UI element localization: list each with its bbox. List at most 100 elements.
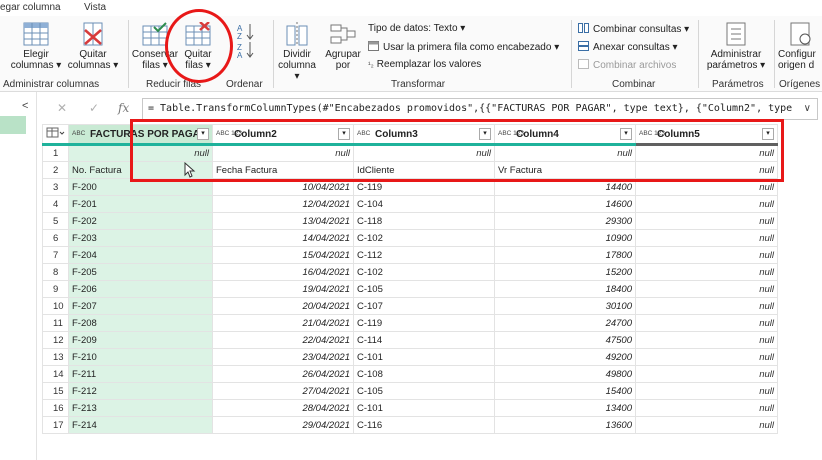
merge-queries-button[interactable]: Combinar consultas ▾ — [578, 23, 689, 35]
table-cell[interactable]: C-101 — [353, 348, 495, 366]
table-cell[interactable]: F-203 — [68, 229, 213, 247]
table-menu-icon[interactable] — [42, 124, 69, 146]
table-cell[interactable]: 29/04/2021 — [212, 416, 354, 434]
table-cell[interactable]: C-105 — [353, 280, 495, 298]
tab-agregar-columna[interactable]: egar columna — [0, 2, 61, 13]
table-cell[interactable]: 13400 — [494, 399, 636, 417]
table-cell[interactable]: 20/04/2021 — [212, 297, 354, 315]
table-cell[interactable]: 15/04/2021 — [212, 246, 354, 264]
row-number[interactable]: 3 — [42, 178, 69, 196]
row-number[interactable]: 12 — [42, 331, 69, 349]
commit-icon[interactable]: ✓ — [89, 101, 99, 115]
table-cell[interactable]: F-201 — [68, 195, 213, 213]
table-cell[interactable]: 15400 — [494, 382, 636, 400]
table-cell[interactable]: 13/04/2021 — [212, 212, 354, 230]
table-cell[interactable]: null — [635, 263, 778, 281]
table-cell[interactable]: 15200 — [494, 263, 636, 281]
table-cell[interactable]: F-214 — [68, 416, 213, 434]
row-number[interactable]: 1 — [42, 144, 69, 162]
row-number[interactable]: 11 — [42, 314, 69, 332]
table-cell[interactable]: null — [635, 331, 778, 349]
table-cell[interactable]: null — [635, 348, 778, 366]
table-cell[interactable]: C-114 — [353, 331, 495, 349]
table-cell[interactable]: F-209 — [68, 331, 213, 349]
table-cell[interactable]: 26/04/2021 — [212, 365, 354, 383]
table-cell[interactable]: null — [635, 212, 778, 230]
table-cell[interactable]: null — [635, 229, 778, 247]
choose-columns-button[interactable]: Elegir columnas ▾ — [8, 22, 64, 71]
row-number[interactable]: 2 — [42, 161, 69, 179]
table-cell[interactable]: null — [635, 365, 778, 383]
table-cell[interactable]: 30100 — [494, 297, 636, 315]
table-cell[interactable]: F-202 — [68, 212, 213, 230]
table-cell[interactable]: C-102 — [353, 263, 495, 281]
table-cell[interactable]: null — [635, 280, 778, 298]
table-cell[interactable]: 49800 — [494, 365, 636, 383]
table-cell[interactable]: 10900 — [494, 229, 636, 247]
table-cell[interactable]: F-205 — [68, 263, 213, 281]
table-cell[interactable]: null — [635, 416, 778, 434]
cancel-icon[interactable]: ✕ — [57, 101, 67, 115]
table-cell[interactable]: C-112 — [353, 246, 495, 264]
table-cell[interactable]: F-208 — [68, 314, 213, 332]
sort-ascending-icon[interactable]: A Z Z A — [237, 22, 255, 58]
data-source-settings-button[interactable]: Configur origen d — [778, 22, 822, 71]
split-column-button[interactable]: Dividir columna ▾ — [275, 22, 319, 82]
table-cell[interactable]: 22/04/2021 — [212, 331, 354, 349]
data-type-dropdown[interactable]: Tipo de datos: Texto ▾ — [368, 23, 465, 34]
table-cell[interactable]: 23/04/2021 — [212, 348, 354, 366]
table-cell[interactable]: F-204 — [68, 246, 213, 264]
table-cell[interactable]: 12/04/2021 — [212, 195, 354, 213]
row-number[interactable]: 14 — [42, 365, 69, 383]
table-cell[interactable]: 18400 — [494, 280, 636, 298]
table-cell[interactable]: null — [635, 382, 778, 400]
table-cell[interactable]: 49200 — [494, 348, 636, 366]
table-cell[interactable]: null — [635, 195, 778, 213]
row-number[interactable]: 7 — [42, 246, 69, 264]
table-cell[interactable]: C-107 — [353, 297, 495, 315]
table-cell[interactable]: F-206 — [68, 280, 213, 298]
table-cell[interactable]: C-102 — [353, 229, 495, 247]
expand-formula-icon[interactable]: ∨ — [804, 99, 811, 119]
table-cell[interactable]: 16/04/2021 — [212, 263, 354, 281]
table-cell[interactable]: 13600 — [494, 416, 636, 434]
formula-input[interactable]: = Table.TransformColumnTypes(#"Encabezad… — [142, 98, 818, 120]
table-cell[interactable]: 21/04/2021 — [212, 314, 354, 332]
table-cell[interactable]: null — [635, 297, 778, 315]
row-number[interactable]: 16 — [42, 399, 69, 417]
column-type-icon[interactable]: ABC — [72, 130, 90, 137]
table-cell[interactable]: 14600 — [494, 195, 636, 213]
table-cell[interactable]: C-101 — [353, 399, 495, 417]
append-queries-button[interactable]: Anexar consultas ▾ — [578, 41, 678, 53]
function-icon[interactable]: fx — [118, 101, 129, 115]
manage-parameters-button[interactable]: Administrar parámetros ▾ — [704, 22, 768, 71]
row-number[interactable]: 5 — [42, 212, 69, 230]
table-cell[interactable]: C-104 — [353, 195, 495, 213]
use-first-row-as-headers-button[interactable]: Usar la primera fila como encabezado ▾ — [368, 41, 559, 53]
table-cell[interactable]: F-212 — [68, 382, 213, 400]
replace-values-button[interactable]: ¹₂ Reemplazar los valores — [368, 59, 481, 70]
remove-columns-button[interactable]: Quitar columnas ▾ — [64, 22, 122, 71]
table-cell[interactable]: C-105 — [353, 382, 495, 400]
table-cell[interactable]: F-213 — [68, 399, 213, 417]
table-cell[interactable]: C-116 — [353, 416, 495, 434]
row-number[interactable]: 6 — [42, 229, 69, 247]
table-cell[interactable]: F-207 — [68, 297, 213, 315]
table-cell[interactable]: C-108 — [353, 365, 495, 383]
row-number[interactable]: 9 — [42, 280, 69, 298]
combine-files-button[interactable]: Combinar archivos — [578, 59, 676, 71]
row-number[interactable]: 10 — [42, 297, 69, 315]
table-cell[interactable]: 27/04/2021 — [212, 382, 354, 400]
table-cell[interactable]: 47500 — [494, 331, 636, 349]
table-cell[interactable]: 29300 — [494, 212, 636, 230]
table-cell[interactable]: F-211 — [68, 365, 213, 383]
table-cell[interactable]: null — [635, 399, 778, 417]
table-cell[interactable]: F-210 — [68, 348, 213, 366]
row-number[interactable]: 8 — [42, 263, 69, 281]
table-cell[interactable]: 19/04/2021 — [212, 280, 354, 298]
selected-query-marker[interactable] — [0, 116, 26, 134]
table-cell[interactable]: 24700 — [494, 314, 636, 332]
table-cell[interactable]: C-119 — [353, 314, 495, 332]
row-number[interactable]: 17 — [42, 416, 69, 434]
expand-queries-pane-icon[interactable]: < — [22, 100, 28, 112]
